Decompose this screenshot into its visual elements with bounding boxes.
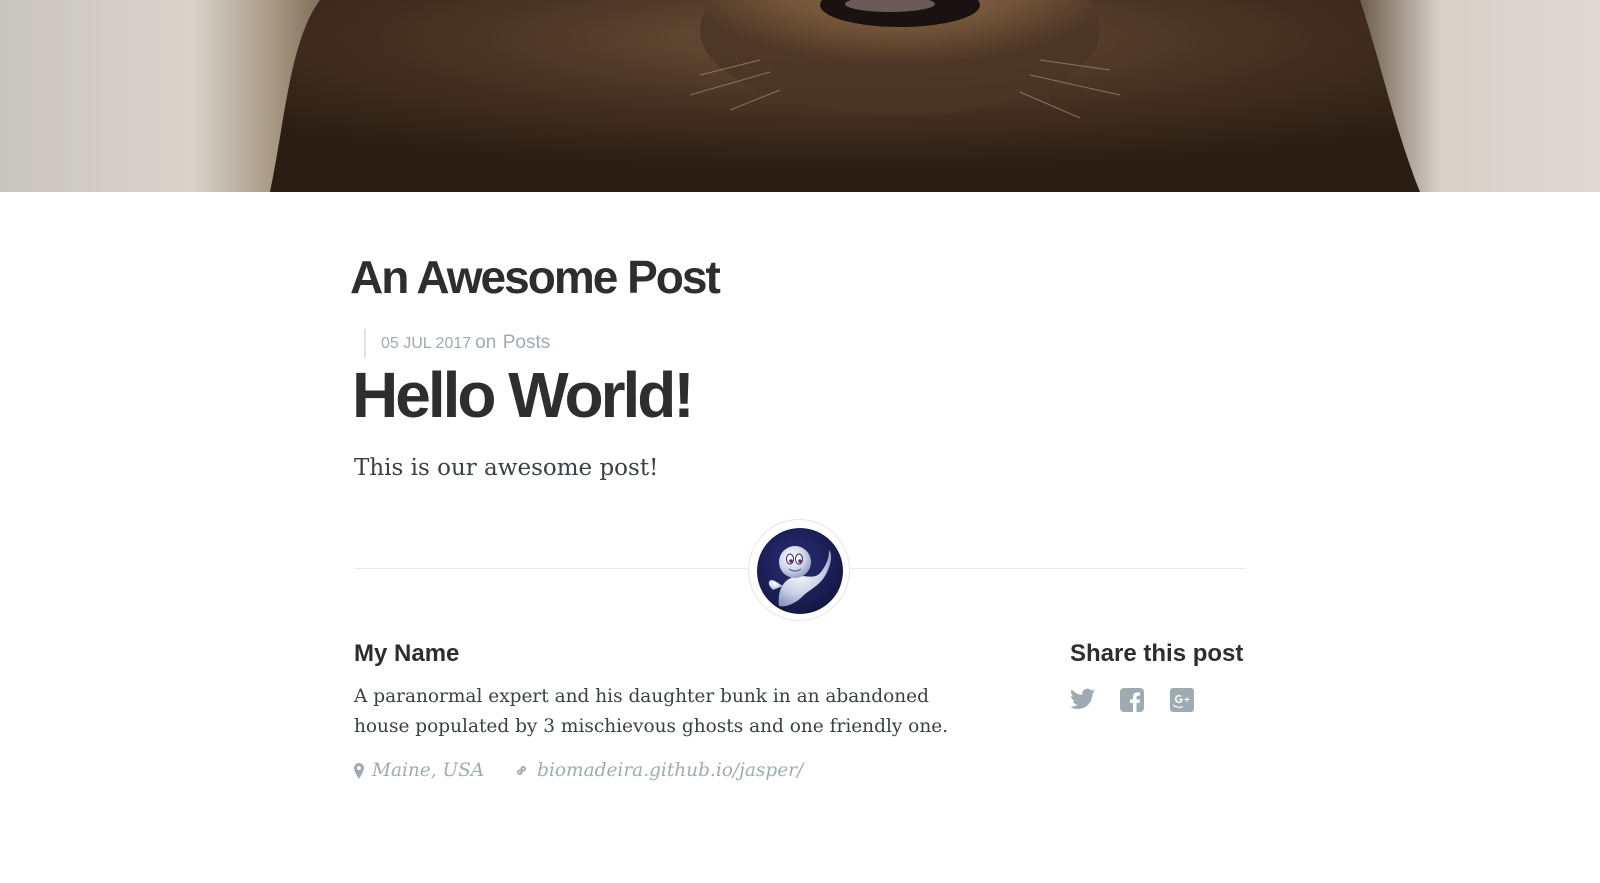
map-pin-icon <box>354 762 364 779</box>
author-meta: Maine, USA biomadeira.github.io/jasper/ <box>354 760 803 781</box>
post-body-text: This is our awesome post! <box>354 455 659 481</box>
twitter-icon[interactable] <box>1070 688 1095 713</box>
author-name: My Name <box>354 640 460 667</box>
post-tag-link[interactable]: Posts <box>503 332 551 353</box>
cover-image <box>0 0 1600 192</box>
post-header-title: An Awesome Post <box>350 251 721 303</box>
post-date: 05 JUL 2017 <box>381 335 472 352</box>
google-plus-icon[interactable] <box>1170 688 1195 713</box>
facebook-icon[interactable] <box>1120 688 1145 713</box>
author-bio: A paranormal expert and his daughter bun… <box>354 686 949 737</box>
ghost-avatar-image <box>757 528 843 614</box>
post-meta-on: on <box>475 332 497 353</box>
link-icon <box>514 763 529 778</box>
share-icons <box>1070 688 1195 713</box>
author-website-link[interactable]: biomadeira.github.io/jasper/ <box>537 760 803 781</box>
share-title: Share this post <box>1070 640 1244 667</box>
author-avatar[interactable] <box>748 519 850 621</box>
post-meta: 05 JUL 2017 on Posts <box>364 329 550 358</box>
post-body-title: Hello World! <box>352 359 695 431</box>
author-location: Maine, USA <box>372 760 485 781</box>
